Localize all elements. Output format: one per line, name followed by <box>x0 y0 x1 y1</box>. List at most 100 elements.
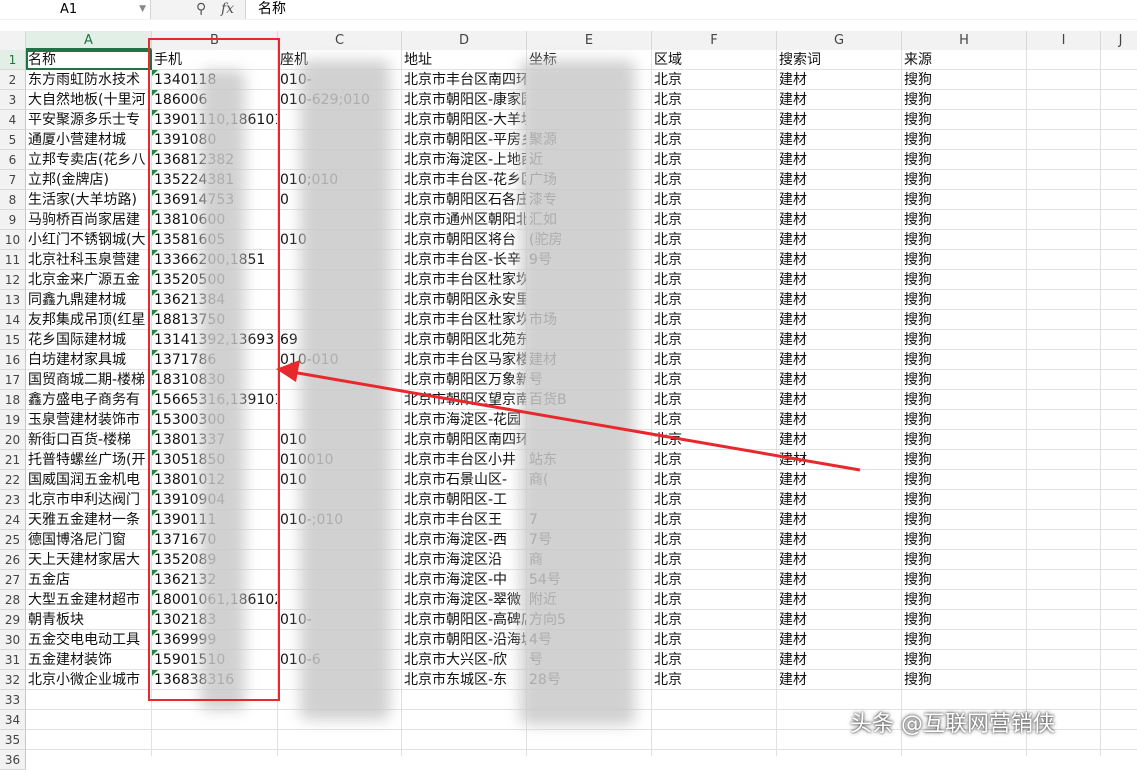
cell-d[interactable]: 北京市朝阳区-沿海城 <box>402 630 527 650</box>
row-header[interactable]: 17 <box>0 370 26 390</box>
cell-d[interactable]: 北京市朝阳区永安里 <box>402 290 527 310</box>
cell-c[interactable] <box>278 290 402 310</box>
cell-g[interactable]: 建材 <box>777 450 902 470</box>
cell-a[interactable]: 鑫方盛电子商务有 <box>26 390 152 410</box>
cell-c[interactable]: 010010 <box>278 450 402 470</box>
cell-d[interactable]: 北京市石景山区- <box>402 470 527 490</box>
cell-c[interactable] <box>278 270 402 290</box>
cell-b[interactable]: 15665316,1391013 <box>152 390 278 410</box>
cell-j[interactable] <box>1101 250 1137 270</box>
cell-b[interactable]: 13910904 <box>152 490 278 510</box>
cell-j[interactable] <box>1101 570 1137 590</box>
cell-c[interactable]: 010-6 <box>278 650 402 670</box>
cell-f[interactable]: 北京 <box>652 510 777 530</box>
row-header[interactable]: 29 <box>0 610 26 630</box>
cell-d[interactable]: 北京市朝阳区石各庄 <box>402 190 527 210</box>
cell-g[interactable]: 建材 <box>777 630 902 650</box>
cell-j[interactable] <box>1101 290 1137 310</box>
row-header[interactable]: 10 <box>0 230 26 250</box>
formula-input[interactable]: 名称 <box>245 0 1137 19</box>
cell-a[interactable]: 五金店 <box>26 570 152 590</box>
cell-i[interactable] <box>1027 650 1101 670</box>
cell-j[interactable] <box>1101 450 1137 470</box>
cell-f[interactable]: 北京 <box>652 270 777 290</box>
cell-b[interactable]: 13366200,1851 <box>152 250 278 270</box>
cell-j[interactable] <box>1101 430 1137 450</box>
cell-h[interactable]: 搜狗 <box>902 650 1027 670</box>
row-header[interactable]: 3 <box>0 90 26 110</box>
cell-i[interactable] <box>1027 150 1101 170</box>
cell-e[interactable] <box>527 750 652 756</box>
cell-j[interactable] <box>1101 690 1137 710</box>
cell-d[interactable]: 北京市大兴区-欣 <box>402 650 527 670</box>
cell-c[interactable] <box>278 110 402 130</box>
cell-i[interactable] <box>1027 370 1101 390</box>
cell-b[interactable]: 手机 <box>152 50 278 70</box>
cell-e[interactable]: (驼房 <box>527 230 652 250</box>
cell-c[interactable] <box>278 370 402 390</box>
cell-c[interactable] <box>278 530 402 550</box>
cell-e[interactable]: 9号 <box>527 250 652 270</box>
cell-a[interactable]: 通厦小营建材城 <box>26 130 152 150</box>
cell-g[interactable]: 建材 <box>777 190 902 210</box>
select-all-corner[interactable] <box>0 31 26 50</box>
cell-b[interactable]: 135224381 <box>152 170 278 190</box>
cell-d[interactable]: 北京市东城区-东 <box>402 670 527 690</box>
cell-b[interactable]: 13801012 <box>152 470 278 490</box>
cell-g[interactable]: 建材 <box>777 290 902 310</box>
cell-a[interactable]: 天上天建材家居大 <box>26 550 152 570</box>
row-header[interactable]: 18 <box>0 390 26 410</box>
row-header[interactable]: 13 <box>0 290 26 310</box>
cell-f[interactable]: 北京 <box>652 350 777 370</box>
cell-c[interactable] <box>278 150 402 170</box>
row-header[interactable]: 8 <box>0 190 26 210</box>
cell-a[interactable]: 大自然地板(十里河 <box>26 90 152 110</box>
cell-j[interactable] <box>1101 210 1137 230</box>
cell-h[interactable]: 搜狗 <box>902 70 1027 90</box>
cell-i[interactable] <box>1027 610 1101 630</box>
cell-e[interactable]: 商 <box>527 550 652 570</box>
cell-b[interactable]: 1352089 <box>152 550 278 570</box>
column-header-e[interactable]: E <box>527 31 652 50</box>
cell-e[interactable]: 7 <box>527 510 652 530</box>
cell-i[interactable] <box>1027 430 1101 450</box>
cell-g[interactable]: 建材 <box>777 330 902 350</box>
row-header[interactable]: 7 <box>0 170 26 190</box>
cell-j[interactable] <box>1101 190 1137 210</box>
cell-e[interactable]: 号 <box>527 370 652 390</box>
cell-h[interactable]: 搜狗 <box>902 590 1027 610</box>
row-header[interactable]: 30 <box>0 630 26 650</box>
row-header[interactable]: 16 <box>0 350 26 370</box>
cell-b[interactable]: 13581605 <box>152 230 278 250</box>
cell-j[interactable] <box>1101 350 1137 370</box>
row-header[interactable]: 31 <box>0 650 26 670</box>
cell-h[interactable] <box>902 750 1027 756</box>
cell-a[interactable]: 平安聚源多乐士专 <box>26 110 152 130</box>
cell-b[interactable]: 15901510 <box>152 650 278 670</box>
row-header[interactable]: 24 <box>0 510 26 530</box>
cell-h[interactable]: 搜狗 <box>902 410 1027 430</box>
cell-c[interactable] <box>278 690 402 710</box>
cell-f[interactable]: 北京 <box>652 330 777 350</box>
cell-h[interactable]: 搜狗 <box>902 170 1027 190</box>
cell-d[interactable]: 北京市朝阳区万象新 <box>402 370 527 390</box>
cell-e[interactable]: 聚源 <box>527 130 652 150</box>
cell-i[interactable] <box>1027 330 1101 350</box>
cell-a[interactable]: 大型五金建材超市 <box>26 590 152 610</box>
cell-f[interactable]: 北京 <box>652 390 777 410</box>
cell-j[interactable] <box>1101 270 1137 290</box>
cell-i[interactable] <box>1027 290 1101 310</box>
cell-h[interactable]: 搜狗 <box>902 110 1027 130</box>
cell-a[interactable]: 小红门不锈钢城(大 <box>26 230 152 250</box>
cell-i[interactable] <box>1027 470 1101 490</box>
cell-d[interactable]: 北京市朝阳区将台 <box>402 230 527 250</box>
cell-h[interactable]: 搜狗 <box>902 490 1027 510</box>
cell-b[interactable]: 13520500 <box>152 270 278 290</box>
cell-c[interactable] <box>278 130 402 150</box>
cell-i[interactable] <box>1027 590 1101 610</box>
cell-i[interactable] <box>1027 90 1101 110</box>
cell-d[interactable]: 北京市朝阳区-高碑店18 <box>402 610 527 630</box>
cell-j[interactable] <box>1101 70 1137 90</box>
cell-f[interactable]: 北京 <box>652 410 777 430</box>
cell-i[interactable] <box>1027 390 1101 410</box>
